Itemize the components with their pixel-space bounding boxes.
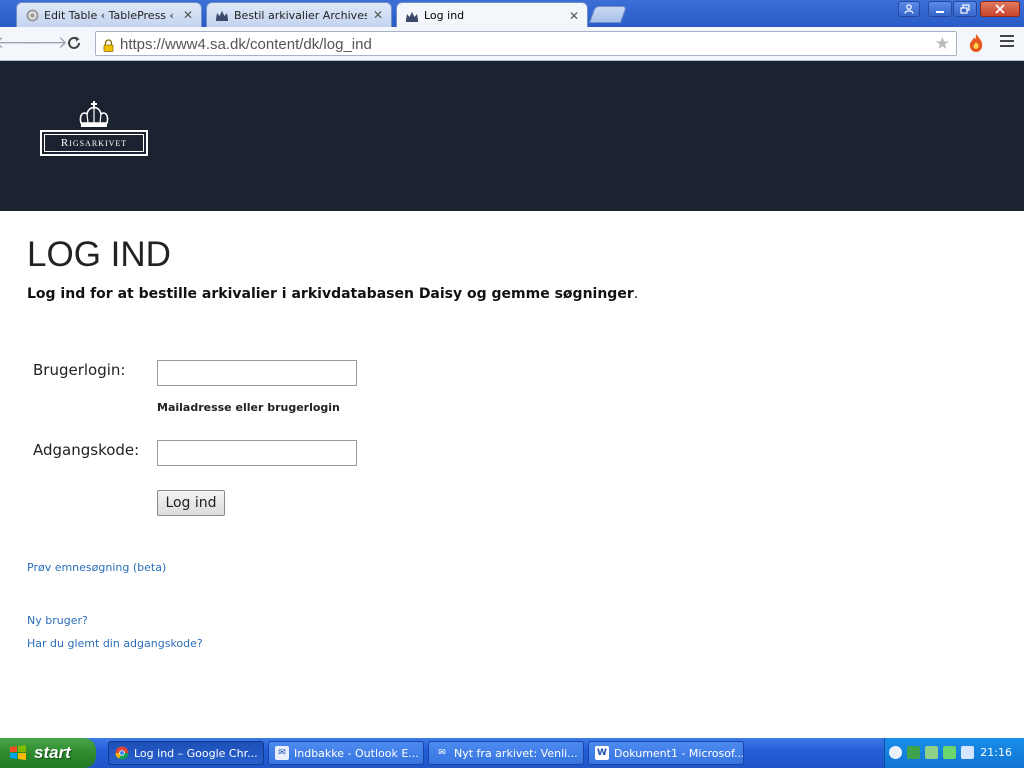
clock: 21:16 — [980, 746, 1012, 759]
username-hint: Mailadresse eller brugerlogin — [157, 401, 340, 414]
main-content: LOG IND Log ind for at bestille arkivali… — [0, 211, 1024, 738]
taskbar: start Log ind – Google Chr... ✉ Indbakke… — [0, 738, 1024, 768]
page-intro: Log ind for at bestille arkivalier i ark… — [27, 286, 638, 302]
taskbar-item-label: Indbakke - Outlook E... — [294, 746, 419, 760]
login-button[interactable]: Log ind — [157, 490, 225, 516]
new-tab-button[interactable] — [588, 6, 628, 23]
taskbar-item-outlook[interactable]: ✉ Indbakke - Outlook E... — [268, 741, 424, 765]
word-icon: W — [595, 746, 609, 760]
tray-collapse-icon[interactable] — [889, 746, 902, 759]
outlook-icon: ✉ — [275, 746, 289, 760]
rigsarkivet-logo[interactable]: Rigsarkivet — [40, 101, 148, 157]
windows-flag-icon — [10, 745, 26, 760]
topic-search-link[interactable]: Prøv emnesøgning (beta) — [27, 561, 166, 574]
menu-icon[interactable] — [1000, 35, 1014, 49]
tray-sync-icon[interactable] — [925, 746, 938, 759]
chrome-icon — [115, 746, 129, 760]
taskbar-item-mail[interactable]: ✉ Nyt fra arkivet: Venli... — [428, 741, 584, 765]
start-button[interactable]: start — [0, 738, 96, 768]
new-user-link[interactable]: Ny bruger? — [27, 614, 88, 627]
restore-button[interactable] — [953, 1, 977, 17]
password-label: Adgangskode: — [33, 441, 140, 459]
system-tray: 21:16 — [884, 738, 1024, 768]
browser-tab-strip: Edit Table ‹ TablePress ‹ — W ✕ Bestil a… — [0, 0, 1024, 27]
reload-icon[interactable] — [63, 32, 85, 54]
page-intro-text: Log ind for at bestille arkivalier i ark… — [27, 286, 634, 302]
tab-log-ind[interactable]: Log ind ✕ — [396, 2, 588, 27]
logo-text: Rigsarkivet — [60, 137, 128, 149]
forward-arrow-icon[interactable]: 🡒 — [22, 32, 68, 54]
page-intro-dot: . — [633, 286, 639, 302]
crown-icon — [215, 8, 229, 22]
minimize-button[interactable] — [928, 1, 952, 17]
wordpress-icon — [25, 8, 39, 22]
lock-warning-icon — [103, 37, 114, 52]
logo-wordmark: Rigsarkivet — [40, 130, 148, 156]
crown-icon — [405, 9, 419, 23]
crown-icon — [79, 101, 109, 127]
tab-close-icon[interactable]: ✕ — [181, 8, 195, 22]
username-input[interactable] — [157, 360, 357, 386]
taskbar-item-word[interactable]: W Dokument1 - Microsof... — [588, 741, 744, 765]
page-title: LOG IND — [27, 235, 171, 274]
tray-wireless-icon[interactable] — [961, 746, 974, 759]
tray-signal-icon[interactable] — [943, 746, 956, 759]
taskbar-item-label: Log ind – Google Chr... — [134, 746, 258, 760]
tab-label: Edit Table ‹ TablePress ‹ — W — [44, 8, 177, 22]
tab-close-icon[interactable]: ✕ — [567, 9, 581, 23]
address-bar[interactable]: https://www4.sa.dk/content/dk/log_ind ★ — [95, 31, 957, 56]
password-input[interactable] — [157, 440, 357, 466]
taskbar-item-label: Dokument1 - Microsof... — [614, 746, 744, 760]
tab-label: Bestil arkivalier Archives - Rig — [234, 8, 367, 22]
tab-edit-table[interactable]: Edit Table ‹ TablePress ‹ — W ✕ — [16, 2, 202, 27]
tab-label: Log ind — [424, 9, 465, 22]
url-text: https://www4.sa.dk/content/dk/log_ind — [120, 36, 372, 53]
mail-icon: ✉ — [438, 748, 446, 758]
browser-toolbar: 🡐 🡒 https://www4.sa.dk/content/dk/log_in… — [0, 27, 1024, 61]
start-label: start — [34, 743, 71, 762]
username-label: Brugerlogin: — [33, 361, 126, 379]
tab-bestil-arkivalier[interactable]: Bestil arkivalier Archives - Rig ✕ — [206, 2, 392, 27]
site-header: Rigsarkivet — [0, 61, 1024, 211]
taskbar-item-chrome[interactable]: Log ind – Google Chr... — [108, 741, 264, 765]
profile-icon[interactable] — [898, 1, 920, 17]
extension-fire-icon[interactable] — [966, 33, 986, 53]
close-window-button[interactable] — [980, 1, 1020, 17]
tab-close-icon[interactable]: ✕ — [371, 8, 385, 22]
forgot-password-link[interactable]: Har du glemt din adgangskode? — [27, 637, 203, 650]
tray-network-icon[interactable] — [907, 746, 920, 759]
taskbar-item-label: Nyt fra arkivet: Venli... — [454, 746, 578, 760]
bookmark-star-icon[interactable]: ★ — [935, 34, 950, 54]
